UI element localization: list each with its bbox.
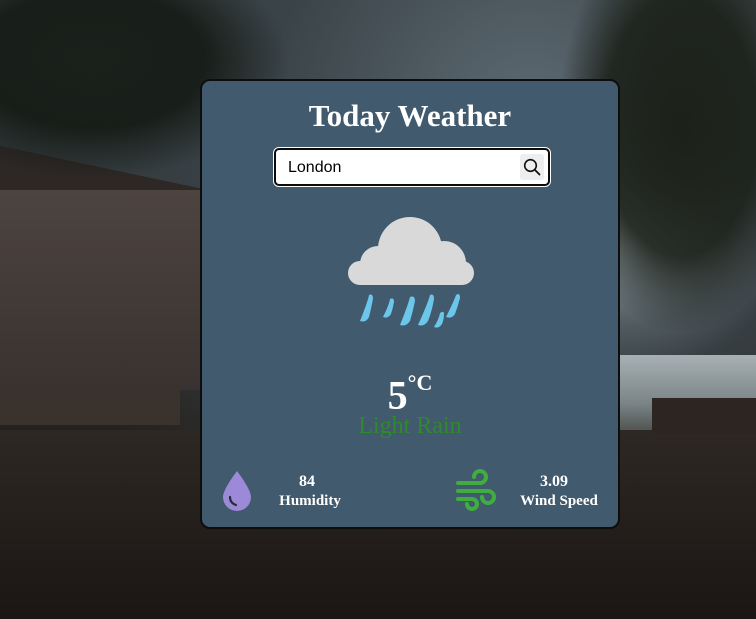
weather-description: Light Rain (358, 413, 462, 439)
humidity-label: Humidity (279, 493, 341, 509)
temperature-unit: °C (407, 370, 433, 395)
humidity-value: 84 (299, 473, 315, 490)
wind-label: Wind Speed (520, 493, 598, 509)
humidity-stat: 84 Humidity (220, 469, 350, 517)
weather-card: Today Weather 5°C Light Rain (200, 79, 620, 529)
wind-icon (456, 469, 496, 511)
temperature-value: 5 (387, 372, 408, 418)
search-input[interactable] (286, 154, 520, 182)
wind-value: 3.09 (540, 473, 568, 490)
search-box (274, 148, 550, 186)
house (0, 190, 200, 390)
search-icon (523, 158, 541, 176)
rain-cloud-icon (348, 217, 474, 328)
house-deck (0, 385, 180, 425)
page-title: Today Weather (308, 98, 512, 133)
seawall (652, 398, 756, 434)
water-drop-icon (223, 471, 251, 511)
search-button[interactable] (520, 154, 544, 180)
temperature: 5°C (202, 363, 618, 419)
wind-stat: 3.09 Wind Speed (454, 469, 604, 517)
